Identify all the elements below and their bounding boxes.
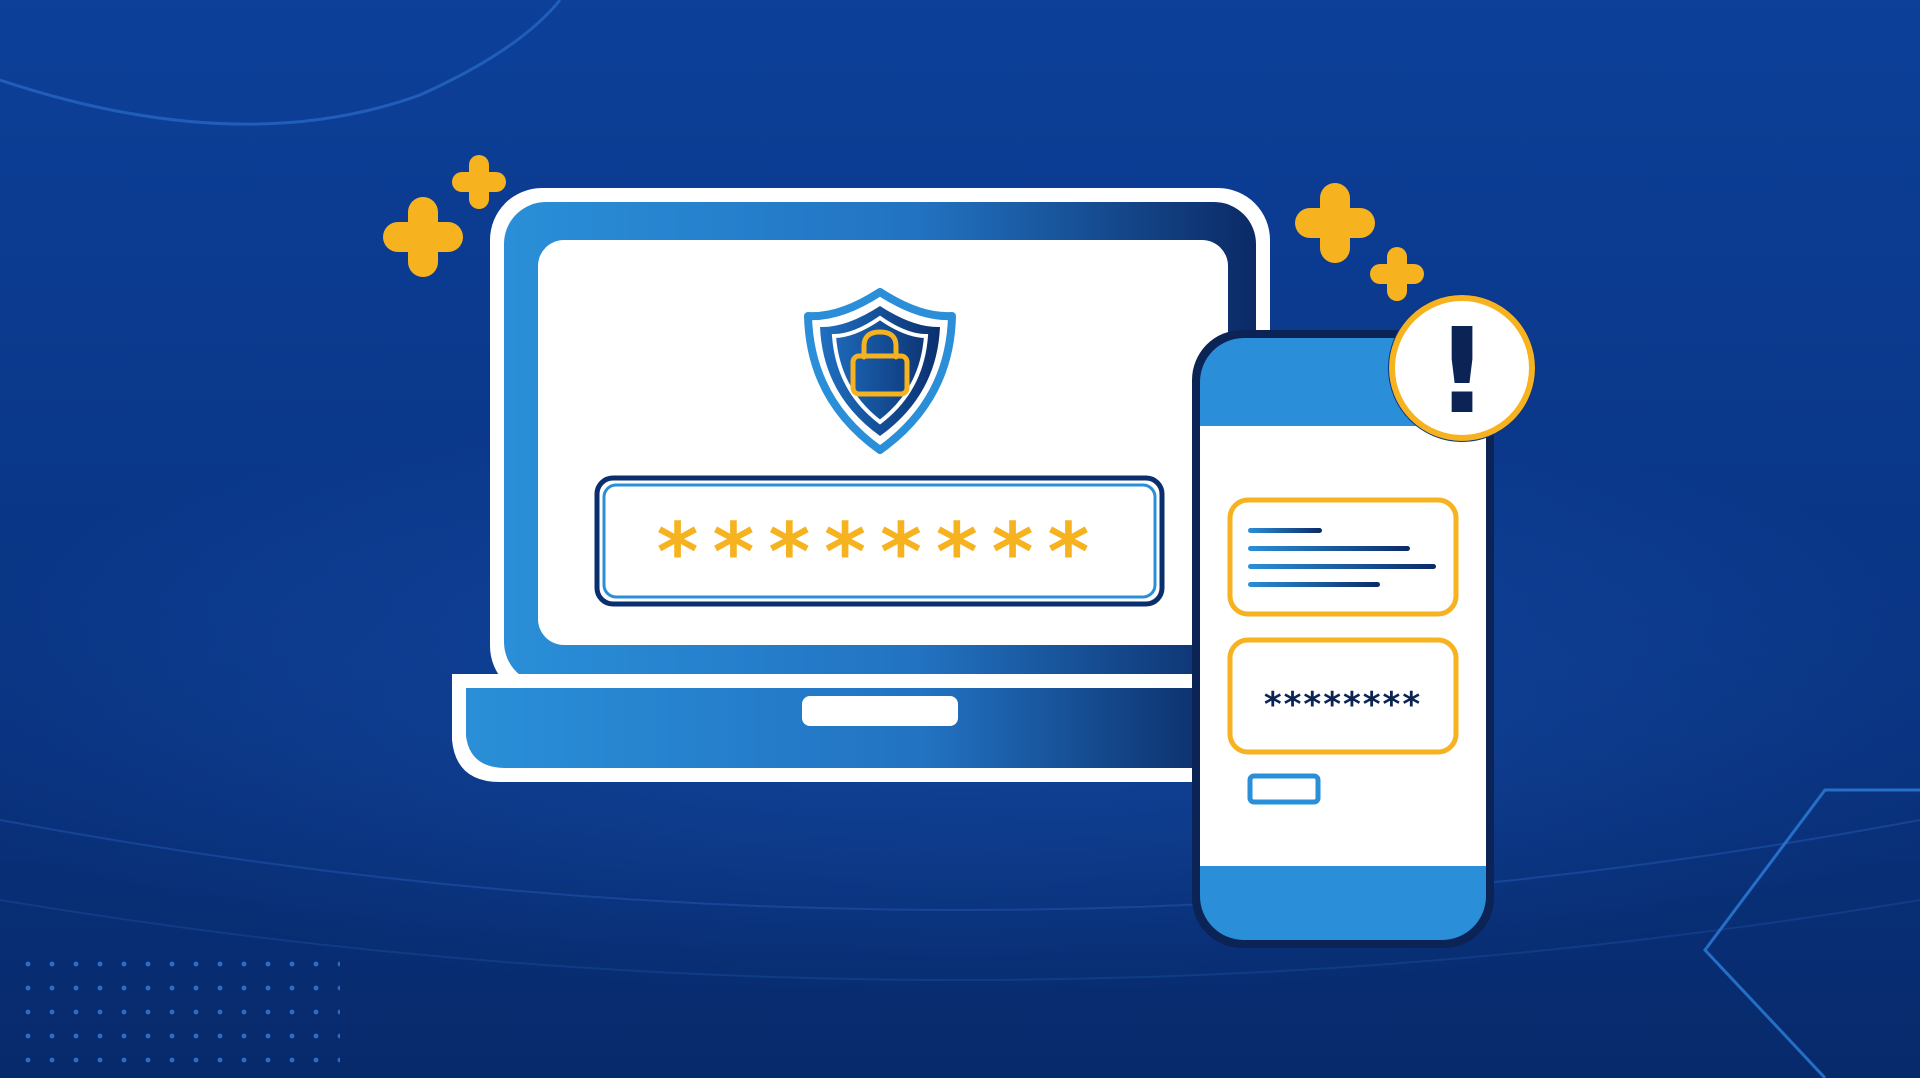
phone-text-line	[1248, 546, 1410, 551]
illustration-canvas: ******** ******** !	[0, 0, 1920, 1078]
laptop: ********	[452, 188, 1270, 782]
phone-message-card	[1227, 497, 1459, 617]
phone: ******** !	[1192, 294, 1536, 948]
phone-submit-button[interactable]	[1247, 773, 1321, 805]
laptop-password-mask: ********	[657, 506, 1104, 599]
phone-password-mask: ********	[1264, 685, 1422, 725]
phone-text-line	[1248, 582, 1380, 587]
laptop-trackpad-notch	[802, 696, 958, 726]
alert-icon: !	[1388, 294, 1536, 442]
background-dot-grid	[10, 955, 340, 1065]
phone-text-line	[1248, 528, 1322, 533]
phone-text-line	[1248, 564, 1436, 569]
alert-symbol: !	[1435, 302, 1489, 440]
